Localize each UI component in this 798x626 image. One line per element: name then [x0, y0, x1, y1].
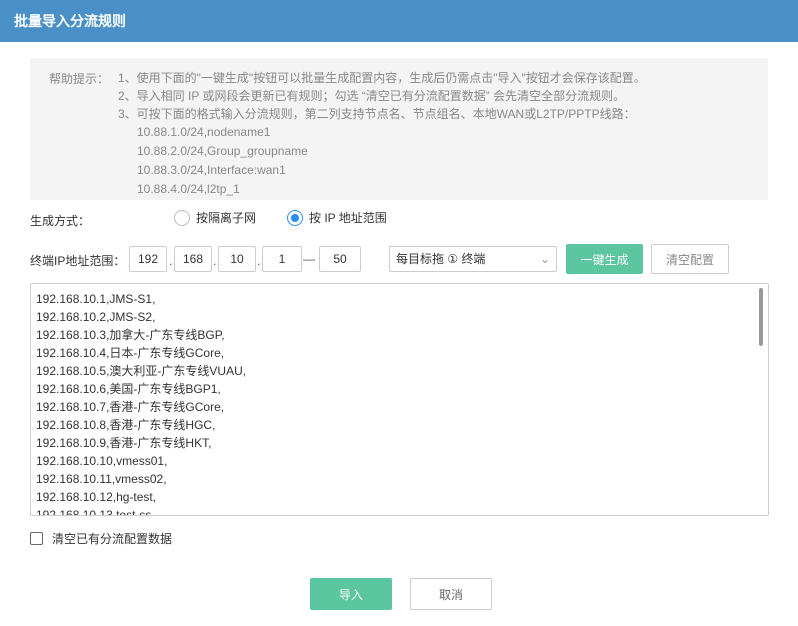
octet-dot: .: [169, 254, 173, 268]
ip-octet-1-input[interactable]: 192: [129, 246, 167, 272]
help-example-4: 10.88.4.0/24,l2tp_1: [137, 182, 240, 196]
checkbox-label: 清空已有分流配置数据: [52, 532, 173, 546]
rule-line: 192.168.10.2,JMS-S2,: [36, 310, 156, 324]
help-example-1: 10.88.1.0/24,nodename1: [137, 125, 271, 139]
octet-dot: .: [213, 254, 217, 268]
help-panel: 帮助提示： 1、使用下面的"一键生成"按钮可以批量生成配置内容，生成后仍需点击"…: [30, 58, 768, 200]
mode-select-value: 每目标拖 ① 终端: [396, 252, 486, 266]
ip-octet-3-input[interactable]: 10: [218, 246, 256, 272]
ip-octet-2-input[interactable]: 168: [174, 246, 212, 272]
radio-circle-icon: [174, 209, 190, 226]
import-button[interactable]: 导入: [310, 578, 392, 610]
generate-mode-label: 生成方式：: [30, 214, 91, 228]
rule-line: 192.168.10.1,JMS-S1,: [36, 292, 156, 306]
rule-line: 192.168.10.11,vmess02,: [36, 472, 167, 486]
cancel-button[interactable]: 取消: [410, 578, 492, 610]
rule-line: 192.168.10.8,香港-广东专线HGC,: [36, 418, 216, 432]
help-label: 帮助提示：: [49, 72, 110, 86]
clear-existing-checkbox[interactable]: 清空已有分流配置数据: [30, 530, 172, 547]
rule-line: 192.168.10.10,vmess01,: [36, 454, 168, 468]
rule-line: 192.168.10.13,test-ss,: [36, 508, 155, 516]
rule-line: 192.168.10.7,香港-广东专线GCore,: [36, 400, 225, 414]
help-example-3: 10.88.3.0/24,Interface:wan1: [137, 163, 286, 177]
ip-octet-4-input[interactable]: 1: [262, 246, 302, 272]
help-example-2: 10.88.2.0/24,Group_groupname: [137, 144, 308, 158]
radio-label: 按 IP 地址范围: [309, 211, 387, 225]
octet-dot: .: [257, 254, 261, 268]
help-line-1: 1、使用下面的"一键生成"按钮可以批量生成配置内容，生成后仍需点击"导入"按钮才…: [118, 71, 646, 85]
rule-line: 192.168.10.12,hg-test,: [36, 490, 157, 504]
rule-line: 192.168.10.5,澳大利亚-广东专线VUAU,: [36, 364, 247, 378]
ip-range-label: 终端IP地址范围：: [30, 254, 126, 268]
radio-circle-checked-icon: [287, 209, 303, 226]
radio-ip-range[interactable]: 按 IP 地址范围: [287, 209, 387, 226]
chevron-down-icon: ⌄: [539, 252, 550, 266]
rules-textarea[interactable]: 192.168.10.1,JMS-S1, 192.168.10.2,JMS-S2,…: [30, 283, 769, 516]
radio-isolated-subnet[interactable]: 按隔离子网: [174, 209, 256, 226]
radio-label: 按隔离子网: [196, 211, 257, 225]
range-separator: —: [303, 252, 315, 266]
dialog-title: 批量导入分流规则: [0, 0, 798, 42]
rule-line: 192.168.10.6,美国-广东专线BGP1,: [36, 382, 221, 396]
mode-select[interactable]: 每目标拖 ① 终端 ⌄: [389, 246, 557, 272]
rule-line: 192.168.10.4,日本-广东专线GCore,: [36, 346, 225, 360]
help-line-3: 3、可按下面的格式输入分流规则，第二列支持节点名、节点组名、本地WAN或L2TP…: [118, 107, 636, 121]
rule-line: 192.168.10.3,加拿大-广东专线BGP,: [36, 328, 225, 342]
ip-range-end-input[interactable]: 50: [319, 246, 361, 272]
rules-content: 192.168.10.1,JMS-S1, 192.168.10.2,JMS-S2,…: [36, 290, 247, 516]
clear-config-button[interactable]: 清空配置: [651, 244, 729, 274]
checkbox-icon: [30, 532, 43, 545]
help-line-2: 2、导入相同 IP 或网段会更新已有规则；勾选 “清空已有分流配置数据” 会先清…: [118, 89, 626, 103]
rule-line: 192.168.10.9,香港-广东专线HKT,: [36, 436, 212, 450]
scrollbar-thumb[interactable]: [759, 288, 763, 346]
generate-button[interactable]: 一键生成: [566, 244, 643, 274]
